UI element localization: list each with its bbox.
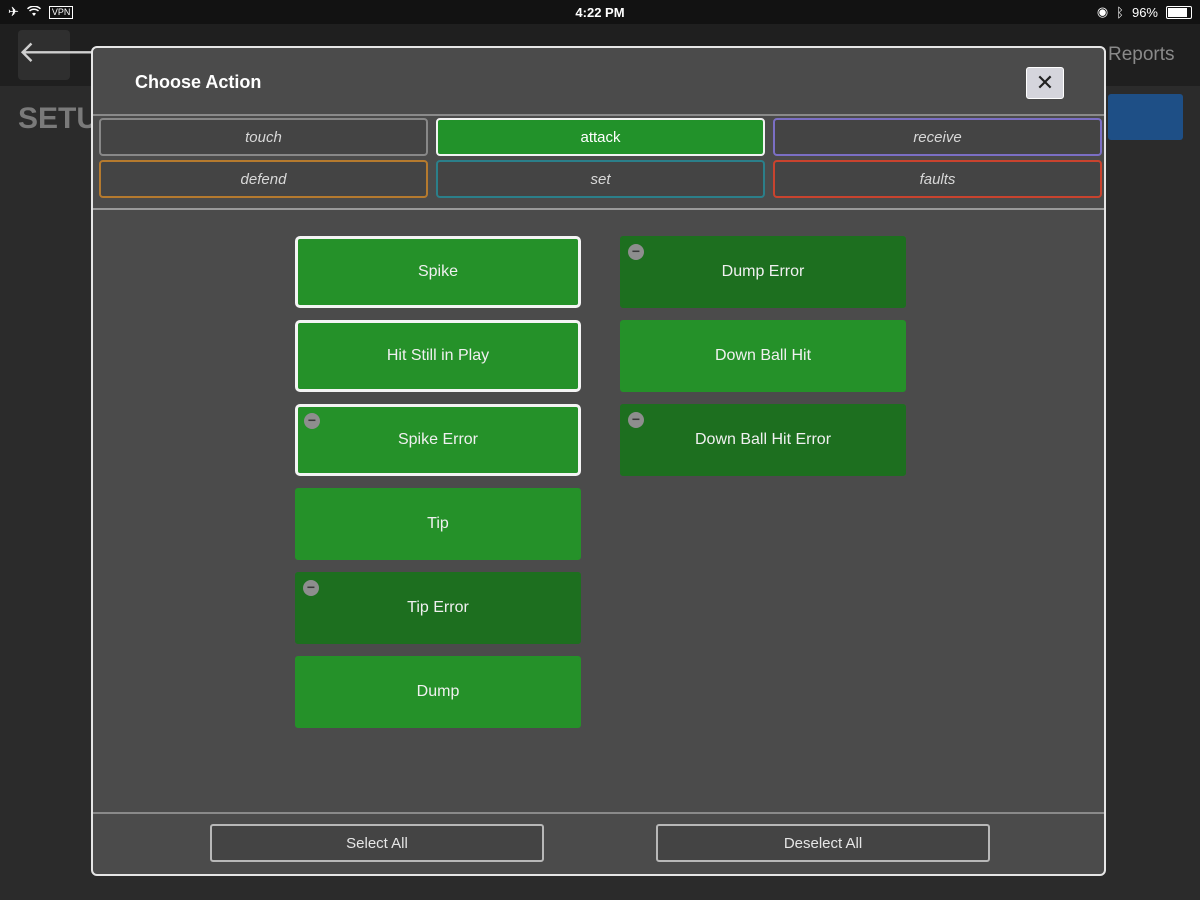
action-column-right: − Dump Error Down Ball Hit − Down Ball Hit E…	[620, 236, 906, 476]
action-button-down-ball-hit-error[interactable]: − Down Ball Hit Error	[620, 404, 906, 476]
status-time: 4:22 PM	[575, 5, 625, 20]
action-category-tabs: touch attack receive defend set faults	[99, 118, 1102, 198]
action-button-dump[interactable]: Dump	[295, 656, 581, 728]
action-label: Tip Error	[407, 599, 469, 616]
tab-attack[interactable]: attack	[436, 118, 765, 156]
close-icon: ✕	[1035, 70, 1055, 95]
action-label: Down Ball Hit Error	[694, 431, 832, 448]
action-button-dump-error[interactable]: − Dump Error	[620, 236, 906, 308]
minus-icon: −	[304, 413, 320, 429]
battery-percent: 96%	[1131, 4, 1158, 20]
status-right: ◉ ᛒ 96%	[1097, 4, 1192, 20]
tab-faults[interactable]: faults	[773, 160, 1102, 198]
tab-touch[interactable]: touch	[99, 118, 428, 156]
action-button-down-ball-hit[interactable]: Down Ball Hit	[620, 320, 906, 392]
minus-icon: −	[628, 412, 644, 428]
minus-icon: −	[628, 244, 644, 260]
action-label: Hit Still in Play	[386, 347, 490, 364]
status-bar: ✈ VPN 4:22 PM ◉ ᛒ 96%	[0, 0, 1200, 24]
back-button[interactable]: 🡐	[18, 30, 98, 80]
dialog-title: Choose Action	[135, 72, 262, 92]
action-column-left: Spike Hit Still in Play − Spike Error Tip − Ti…	[295, 236, 581, 728]
tabs-divider	[93, 208, 1104, 210]
battery-icon	[1166, 5, 1192, 19]
action-button-spike[interactable]: Spike	[295, 236, 581, 308]
action-label: Dump	[416, 683, 460, 700]
tab-set[interactable]: set	[436, 160, 765, 198]
action-label: Tip	[427, 515, 449, 532]
dialog-header: Choose Action ✕	[93, 48, 1104, 116]
action-button-spike-error[interactable]: − Spike Error	[295, 404, 581, 476]
page-title: SETU	[18, 102, 99, 135]
dialog-footer: Select All Deselect All	[93, 812, 1104, 874]
action-button-tip[interactable]: Tip	[295, 488, 581, 560]
action-label: Dump Error	[721, 263, 805, 280]
action-label: Spike Error	[397, 431, 479, 448]
action-label: Spike	[417, 263, 459, 280]
reports-link[interactable]: Reports	[1108, 44, 1175, 66]
select-all-button[interactable]: Select All	[210, 824, 544, 862]
action-label: Down Ball Hit	[714, 347, 812, 364]
deselect-all-button[interactable]: Deselect All	[656, 824, 990, 862]
close-button[interactable]: ✕	[1026, 67, 1064, 99]
background-action-button[interactable]	[1108, 94, 1183, 140]
tab-defend[interactable]: defend	[99, 160, 428, 198]
bluetooth-icon: ᛒ	[1116, 4, 1124, 20]
back-arrow-icon: 🡐	[18, 36, 99, 69]
action-button-hit-still-in-play[interactable]: Hit Still in Play	[295, 320, 581, 392]
choose-action-dialog: Choose Action ✕ touch attack receive defend…	[91, 46, 1106, 876]
action-button-tip-error[interactable]: − Tip Error	[295, 572, 581, 644]
tab-receive[interactable]: receive	[773, 118, 1102, 156]
minus-icon: −	[303, 580, 319, 596]
battery-level	[1168, 7, 1188, 17]
orientation-lock-icon: ◉	[1096, 4, 1109, 19]
